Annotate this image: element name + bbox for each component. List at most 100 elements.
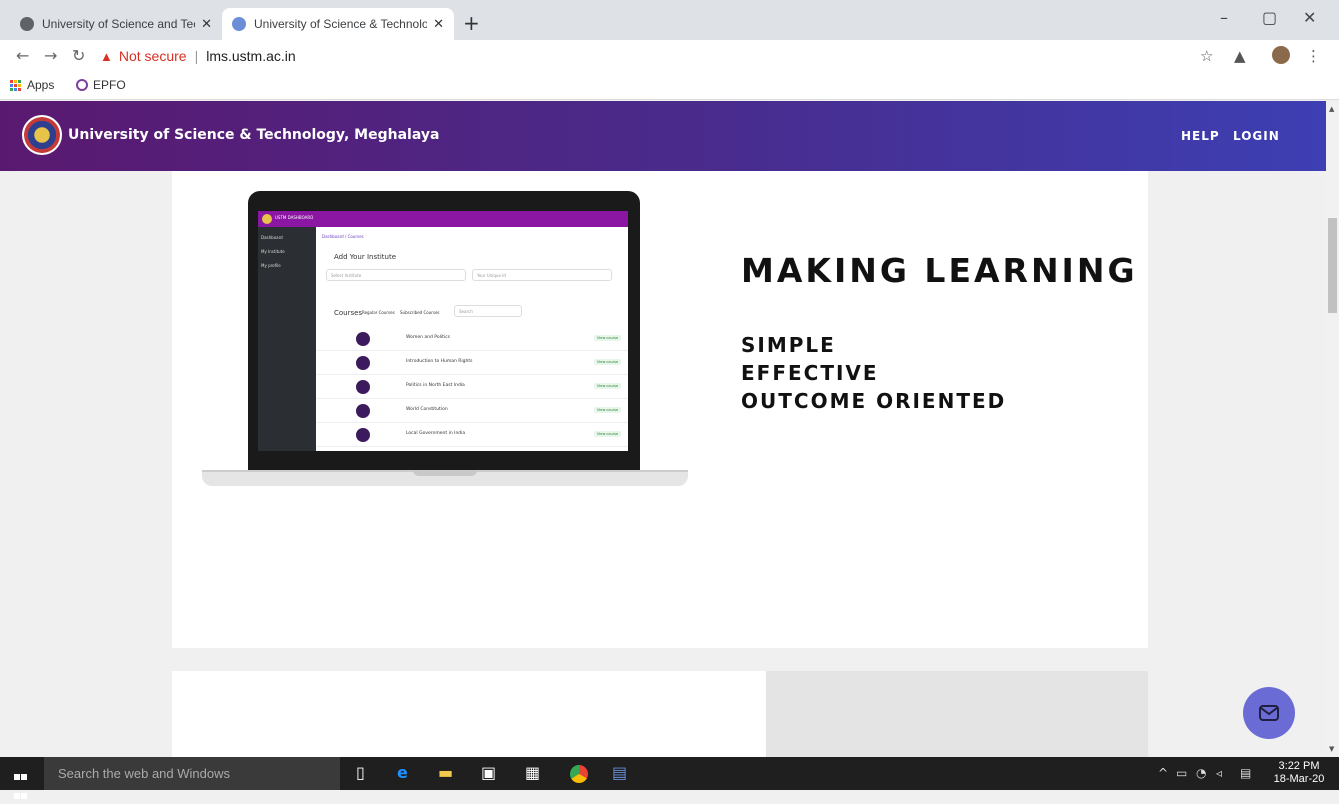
taskbar-search[interactable]: Search the web and Windows [44,757,340,790]
back-icon[interactable]: ← [16,46,29,65]
task-view-icon[interactable]: ▯ [356,763,365,782]
address-bar[interactable]: ▲ Not secure | lms.ustm.ac.in [100,44,1220,68]
mockup-course-row: Introduction to Human Rights View course [316,351,628,375]
clock-time: 3:22 PM [1278,760,1320,772]
section-image-placeholder [766,671,1148,757]
section-card [172,671,766,757]
reload-icon[interactable]: ↻ [72,46,85,65]
bookmarks-bar: Apps EPFO [0,72,1339,100]
mockup-view-button: View course [594,359,622,365]
laptop-mockup: USTM DASHBOARD Dashboard My Institute My… [248,191,640,471]
mockup-course-row: Women and Politics View course [316,327,628,351]
calculator-icon[interactable]: ▦ [525,763,540,782]
bookmark-label: Apps [27,78,55,92]
security-label: Not secure [118,48,187,64]
page-scrollbar[interactable]: ▲ ▼ [1326,101,1339,757]
minimize-icon[interactable]: – [1220,8,1228,27]
graduation-cap-icon [356,404,370,418]
mockup-logo [262,214,272,224]
mockup-course-name: Introduction to Human Rights [406,359,473,364]
edge-icon[interactable]: e [397,763,408,782]
mockup-unique-id: Your Unique Id [472,269,612,281]
mockup-course-name: Local Government in India [406,431,466,436]
hero-line: SIMPLE [741,333,836,357]
bookmark-label: EPFO [93,78,126,92]
mail-icon [1259,705,1279,721]
site-header: University of Science & Technology, Megh… [0,101,1326,171]
mockup-course-row: Local Government in India View course [316,423,628,447]
new-tab-button[interactable]: + [463,11,480,35]
mockup-title: USTM DASHBOARD [275,215,314,220]
maximize-icon[interactable]: ▢ [1262,8,1277,27]
mockup-view-button: View course [594,431,622,437]
tray-chevron-icon[interactable]: ^ [1158,766,1168,780]
close-tab-icon[interactable]: ✕ [201,16,212,32]
separator: | [194,48,199,64]
mockup-add-institute: Add Your Institute [334,253,397,261]
tab-active[interactable]: University of Science & Technolo ✕ [222,8,454,40]
scroll-down-icon[interactable]: ▼ [1329,745,1334,753]
site-favicon-icon [232,17,246,31]
browser-toolbar: ← → ↻ ▲ Not secure | lms.ustm.ac.in ☆ ▲ … [0,40,1339,72]
taskbar-clock[interactable]: 3:22 PM 18-Mar-20 [1264,760,1334,786]
store-icon[interactable]: ▣ [481,763,496,782]
word-icon[interactable]: ▤ [612,763,627,782]
forward-icon[interactable]: → [44,46,57,65]
mockup-search: Search [454,305,522,317]
mockup-view-button: View course [594,383,622,389]
battery-icon[interactable]: ▭ [1176,766,1187,780]
mockup-course-name: World Constitution [406,407,448,412]
graduation-cap-icon [356,332,370,346]
site-brand[interactable]: University of Science & Technology, Megh… [68,127,439,143]
help-link[interactable]: HELP [1181,129,1220,143]
profile-avatar[interactable] [1272,46,1290,64]
login-link[interactable]: LOGIN [1233,129,1280,143]
tab-strip: University of Science and Techno ✕ Unive… [0,0,1339,40]
tab-title: University of Science and Techno [42,17,195,31]
bookmark-epfo[interactable]: EPFO [76,78,126,92]
bookmark-apps[interactable]: Apps [10,78,54,92]
mockup-sidebar-item: Dashboard [261,235,283,240]
globe-icon [20,17,34,31]
mockup-view-button: View course [594,407,622,413]
mockup-courses-label: Courses [334,309,363,317]
mockup-filter: Subscribed Courses [400,310,440,315]
menu-icon[interactable]: ⋮ [1306,47,1321,65]
windows-start-icon[interactable] [14,766,30,804]
mockup-sidebar-item: My profile [261,263,281,268]
notifications-icon[interactable]: ▤ [1240,766,1251,780]
chrome-icon[interactable] [570,765,588,783]
mockup-sidebar: Dashboard My Institute My profile [258,227,316,451]
wifi-icon[interactable]: ◔ [1196,766,1206,780]
windows-taskbar: Search the web and Windows ▯ e ▬ ▣ ▦ ▤ ^… [0,757,1339,799]
apps-grid-icon [10,79,21,91]
warning-icon: ▲ [100,48,113,64]
university-logo[interactable] [22,115,62,155]
mockup-view-button: View course [594,335,622,341]
drive-icon[interactable]: ▲ [1234,47,1246,65]
mockup-course-row: World Constitution View course [316,399,628,423]
close-tab-icon[interactable]: ✕ [433,16,444,32]
epfo-icon [76,79,88,91]
mockup-select-institute: Select Institute [326,269,466,281]
star-icon[interactable]: ☆ [1200,47,1213,65]
tab-title: University of Science & Technolo [254,17,428,31]
close-window-icon[interactable]: ✕ [1303,8,1316,27]
scroll-up-icon[interactable]: ▲ [1329,105,1334,113]
hero-line: EFFECTIVE [741,361,879,385]
mockup-breadcrumb: Dashboard / Courses [322,234,364,239]
tab-inactive[interactable]: University of Science and Techno ✕ [10,8,222,40]
file-explorer-icon[interactable]: ▬ [438,763,453,782]
web-page: University of Science & Technology, Megh… [0,101,1326,757]
mockup-topbar: USTM DASHBOARD [258,211,628,227]
clock-date: 18-Mar-20 [1273,773,1325,785]
dashboard-screenshot: USTM DASHBOARD Dashboard My Institute My… [258,211,628,451]
mail-button[interactable] [1243,687,1295,739]
mockup-filter: Regular Courses [362,310,395,315]
scroll-thumb[interactable] [1328,218,1337,313]
graduation-cap-icon [356,428,370,442]
hero-line: OUTCOME ORIENTED [741,389,1007,413]
volume-icon[interactable]: ◃ [1216,766,1222,780]
mockup-sidebar-item: My Institute [261,249,285,254]
laptop-notch [413,470,477,476]
